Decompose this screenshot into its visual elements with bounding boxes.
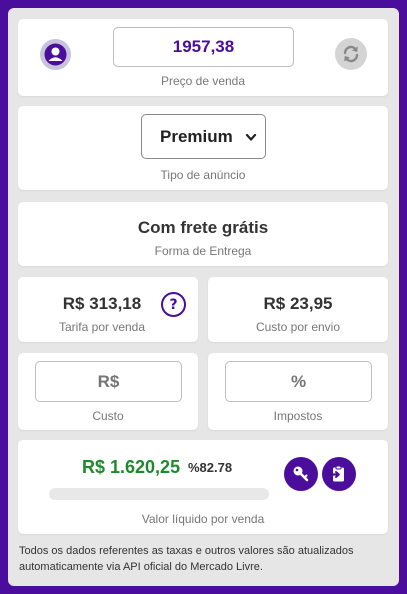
user-avatar-icon[interactable] [40,39,71,70]
price-card: 1957,38 Preço de venda [18,19,388,96]
fee-label: Tarifa por venda [58,320,146,334]
net-label: Valor líquido por venda [141,512,265,526]
clipboard-export-icon[interactable] [322,457,356,491]
fee-card: R$ 313,18 Tarifa por venda ? [18,277,198,342]
ad-type-label: Tipo de anúncio [160,168,246,182]
delivery-card: Com frete grátis Forma de Entrega [18,202,388,266]
taxes-input[interactable] [225,361,372,402]
cost-input[interactable] [35,361,182,402]
net-value: R$ 1.620,25 [82,457,181,477]
net-progress-bar [49,488,269,500]
refresh-icon[interactable] [335,38,367,70]
shipping-label: Custo por envio [255,320,341,334]
price-label: Preço de venda [160,74,246,88]
shipping-card: R$ 23,95 Custo por envio [208,277,388,342]
delivery-value: Com frete grátis [137,218,269,237]
ad-type-selected: Premium [160,126,233,146]
taxes-label: Impostos [273,409,323,423]
shipping-value: R$ 23,95 [263,294,333,313]
cost-card: Custo [18,353,198,430]
price-value: 1957,38 [172,37,235,56]
delivery-label: Forma de Entrega [154,244,252,258]
ad-type-select[interactable]: Premium [141,114,266,159]
chevron-down-icon [245,130,257,148]
price-input[interactable]: 1957,38 [113,27,294,67]
cost-label: Custo [92,409,124,423]
question-icon[interactable]: ? [161,292,186,317]
taxes-card: Impostos [208,353,388,430]
key-icon[interactable] [284,457,318,491]
net-value-card: R$ 1.620,25 %82.78 Valor líquido por ven… [18,440,388,534]
footer-note: Todos os dados referentes as taxas e out… [19,545,354,573]
net-percent: %82.78 [188,460,233,475]
calculator-panel: 1957,38 Preço de venda Premium Tipo de a… [8,8,399,586]
ad-type-card: Premium Tipo de anúncio [18,106,388,190]
